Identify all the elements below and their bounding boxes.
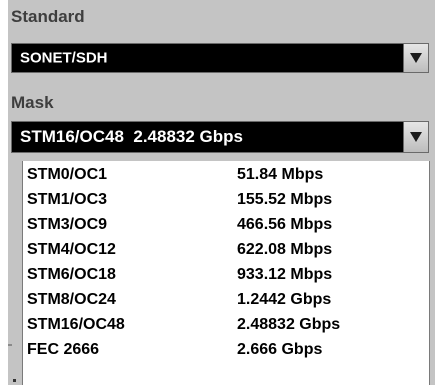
mask-options-list[interactable]: STM0/OC1 51.84 Mbps STM1/OC3 155.52 Mbps… [22,161,430,385]
panel-edge-tick [8,344,12,346]
standard-selected-value: SONET/SDH [20,49,108,67]
list-item[interactable]: STM16/OC48 2.48832 Gbps [23,313,429,337]
corner-mark [13,379,16,382]
standard-dropdown-button[interactable] [403,44,428,72]
mask-label: Mask [11,93,54,112]
mask-selected-value: STM16/OC48 2.48832 Gbps [20,127,243,146]
triangle-down-icon [410,53,422,63]
list-item[interactable]: STM3/OC9 466.56 Mbps [23,213,429,237]
list-item[interactable]: FEC 2666 2.666 Gbps [23,338,429,362]
mask-dropdown-button[interactable] [403,122,428,152]
triangle-down-icon [410,132,422,142]
list-item[interactable]: STM4/OC12 622.08 Mbps [23,238,429,262]
standard-dropdown[interactable]: SONET/SDH [11,43,429,73]
standard-label: Standard [11,7,85,26]
list-item[interactable]: STM8/OC24 1.2442 Gbps [23,288,429,312]
list-item[interactable]: STM0/OC1 51.84 Mbps [23,163,429,187]
mask-dropdown[interactable]: STM16/OC48 2.48832 Gbps [11,121,429,153]
list-item[interactable]: STM6/OC18 933.12 Mbps [23,263,429,287]
list-item[interactable]: STM1/OC3 155.52 Mbps [23,188,429,212]
